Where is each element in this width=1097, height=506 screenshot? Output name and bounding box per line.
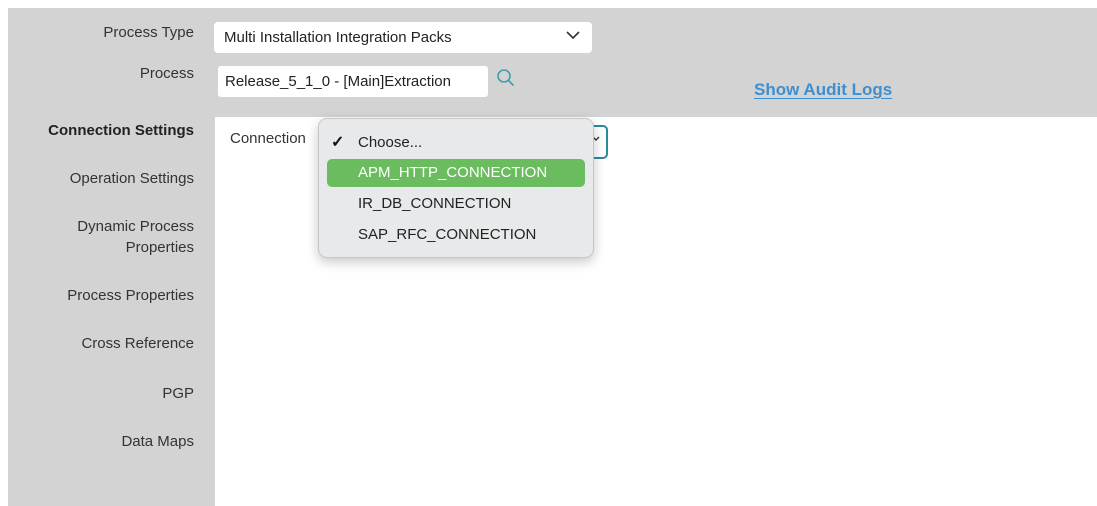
dropdown-option-sap-rfc-connection[interactable]: SAP_RFC_CONNECTION [327,221,585,249]
option-label: APM_HTTP_CONNECTION [358,164,548,181]
process-input[interactable]: Release_5_1_0 - [Main]Extraction [218,66,488,97]
dropdown-option-ir-db-connection[interactable]: IR_DB_CONNECTION [327,190,585,218]
process-type-label: Process Type [103,24,194,41]
connection-dropdown-menu[interactable]: ✓ Choose... APM_HTTP_CONNECTION IR_DB_CO… [318,118,594,258]
process-label: Process [139,65,194,82]
sidebar-item-connection-settings[interactable]: Connection Settings [0,120,194,141]
option-label: SAP_RFC_CONNECTION [358,226,537,243]
sidebar-item-process-properties[interactable]: Process Properties [0,285,194,306]
sidebar-item-data-maps[interactable]: Data Maps [0,431,194,452]
dropdown-option-choose[interactable]: ✓ Choose... [327,129,585,157]
dropdown-option-apm-http-connection[interactable]: APM_HTTP_CONNECTION [327,159,585,187]
option-label: Choose... [358,134,423,151]
process-type-select[interactable]: Multi Installation Integration Packs [214,22,592,53]
connection-label: Connection [230,130,306,147]
chevron-down-icon [566,28,580,43]
checkmark-icon: ✓ [331,134,345,151]
search-icon[interactable] [495,67,517,89]
sidebar-item-cross-reference[interactable]: Cross Reference [0,333,194,354]
sidebar-item-dynamic-process-properties-line1[interactable]: Dynamic Process [0,216,194,237]
process-type-value: Multi Installation Integration Packs [224,29,452,46]
sidebar-item-dynamic-process-properties-line2[interactable]: Properties [0,237,194,258]
show-audit-logs-link[interactable]: Show Audit Logs [754,80,892,100]
sidebar-item-pgp[interactable]: PGP [0,383,194,404]
sidebar-item-operation-settings[interactable]: Operation Settings [0,168,194,189]
option-label: IR_DB_CONNECTION [358,195,512,212]
